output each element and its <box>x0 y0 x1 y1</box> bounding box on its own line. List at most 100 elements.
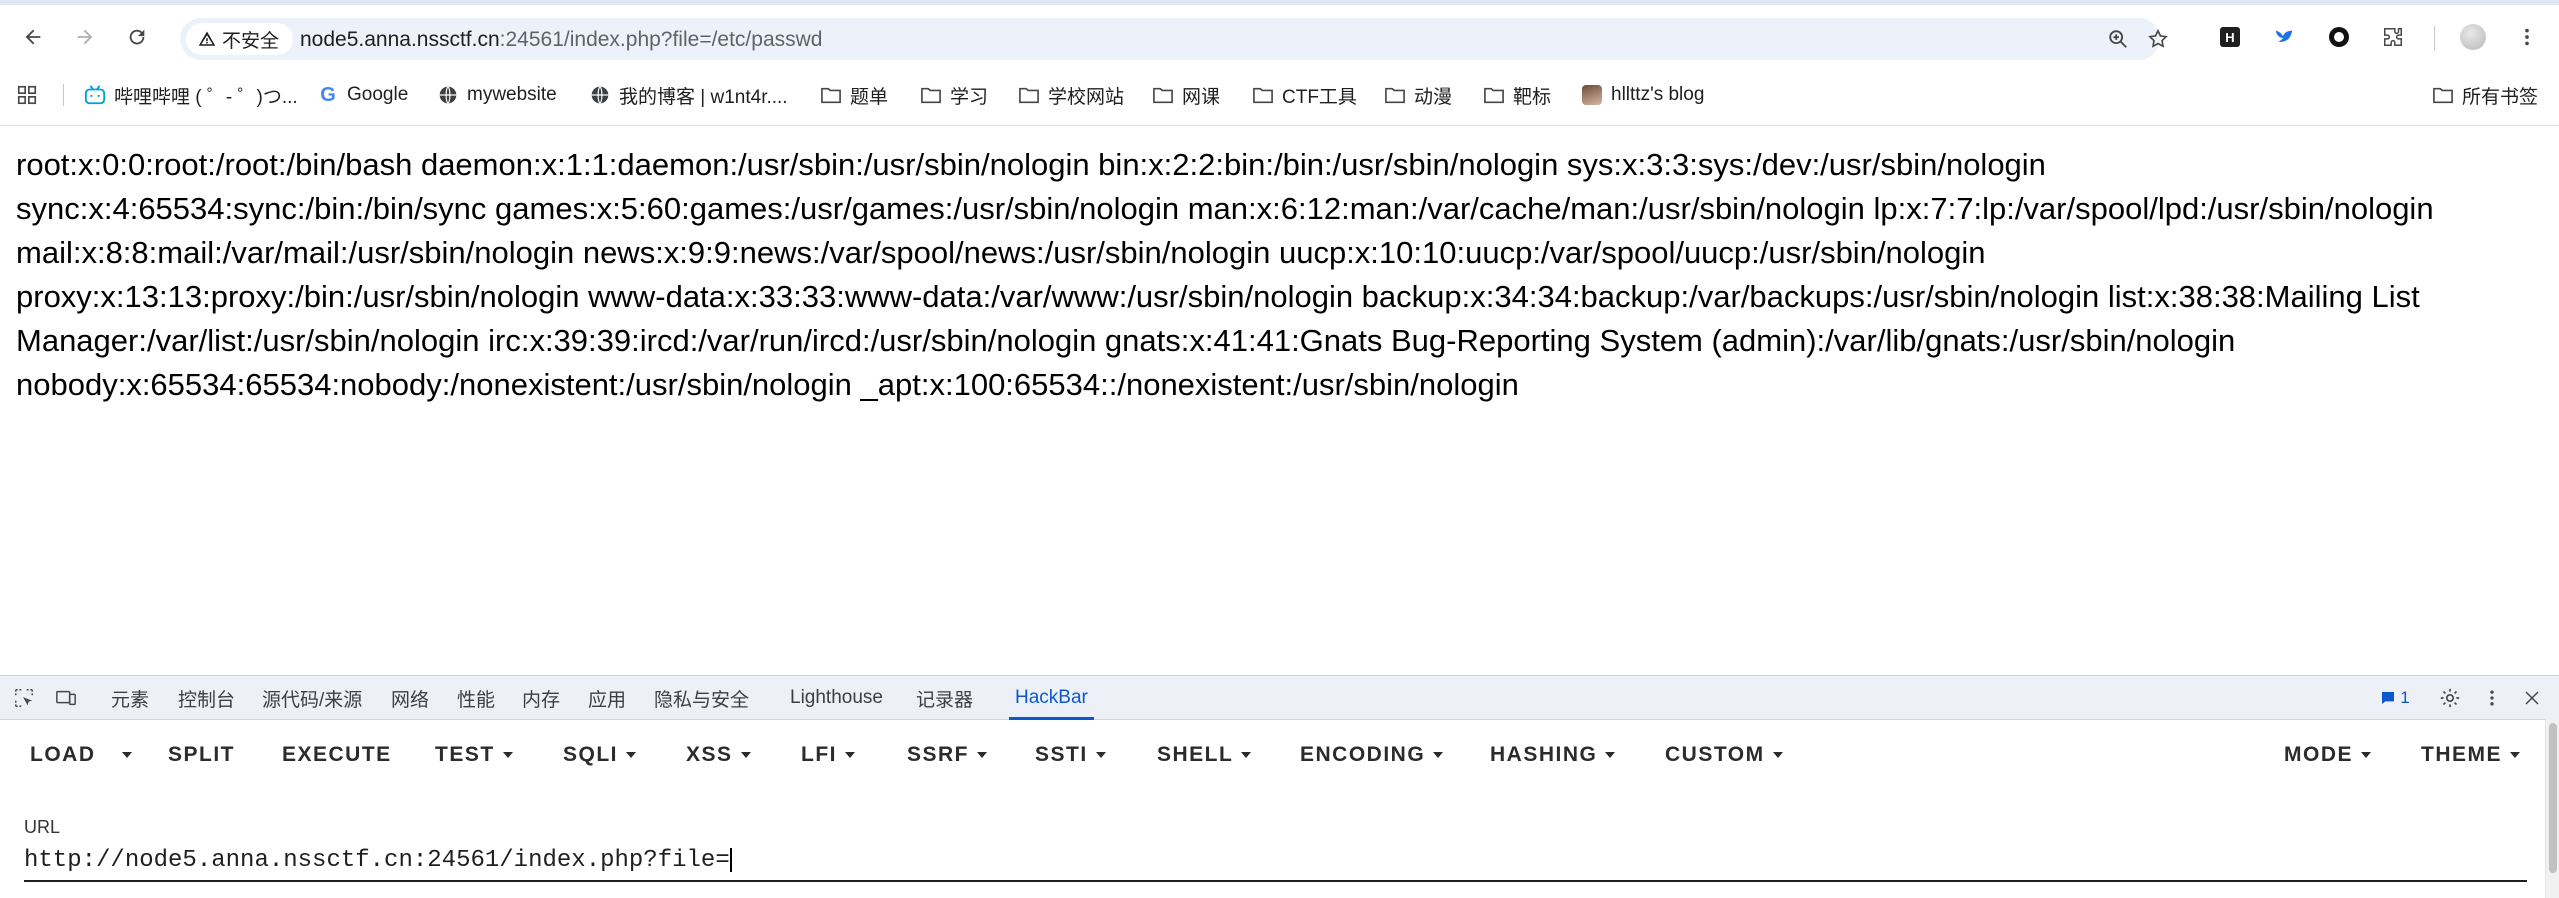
url-text[interactable]: node5.anna.nssctf.cn:24561/index.php?fil… <box>300 28 822 52</box>
tab-privacy-security[interactable]: 隐私与安全 <box>654 676 749 720</box>
url-path: :24561/index.php?file=/etc/passwd <box>499 28 823 51</box>
star-icon <box>2148 28 2168 48</box>
mode-label: MODE <box>2284 743 2353 766</box>
bilibili-icon <box>84 84 106 106</box>
security-chip[interactable]: 不安全 <box>186 23 294 55</box>
ssti-label: SSTI <box>1035 743 1088 766</box>
bookmark-label: 动漫 <box>1414 86 1453 108</box>
sqli-menu[interactable]: SQLI <box>563 738 637 772</box>
sqli-label: SQLI <box>563 743 619 766</box>
bookmark-label: 我的博客 | w1nt4r.... <box>619 86 788 108</box>
hackbar-url-value[interactable]: http://node5.anna.nssctf.cn:24561/index.… <box>24 847 732 874</box>
all-bookmarks-button[interactable]: 所有书签 <box>2432 80 2538 110</box>
load-button[interactable]: LOAD <box>30 738 96 772</box>
xss-menu[interactable]: XSS <box>686 738 751 772</box>
devtools-scrollbar[interactable] <box>2545 719 2559 898</box>
extension-circle-button[interactable] <box>2324 22 2354 52</box>
folder-icon <box>1384 84 1406 106</box>
ssti-menu[interactable]: SSTI <box>1035 738 1106 772</box>
tab-network[interactable]: 网络 <box>391 676 429 720</box>
ssrf-label: SSRF <box>907 743 970 766</box>
reload-icon <box>129 29 145 45</box>
tab-console[interactable]: 控制台 <box>178 676 235 720</box>
extension-bird-button[interactable] <box>2269 22 2299 52</box>
hashing-menu[interactable]: HASHING <box>1490 738 1616 772</box>
browser-toolbar: 不安全 node5.anna.nssctf.cn:24561/index.php… <box>0 0 2559 76</box>
bookmark-folder-targets[interactable]: 靶标 <box>1483 80 1551 110</box>
arrow-left-icon <box>25 29 41 45</box>
chevron-down-icon <box>626 752 637 758</box>
zoom-button[interactable] <box>2106 27 2130 51</box>
tab-application[interactable]: 应用 <box>588 676 626 720</box>
tab-recorder[interactable]: 记录器 <box>916 676 973 720</box>
issues-button[interactable]: 1 <box>2374 684 2416 712</box>
tab-lighthouse[interactable]: Lighthouse <box>790 676 883 720</box>
passwd-line: proxy:x:13:13:proxy:/bin:/usr/sbin/nolog… <box>16 279 2420 314</box>
test-label: TEST <box>435 743 495 766</box>
bookmark-folder-ctf-tools[interactable]: CTF工具 <box>1252 80 1357 110</box>
bookmark-folder-study[interactable]: 学习 <box>920 80 988 110</box>
custom-menu[interactable]: CUSTOM <box>1665 738 1783 772</box>
bookmark-label: 哔哩哔哩 ( ゜- ゜)つ... <box>114 86 298 108</box>
chevron-down-icon <box>845 752 855 758</box>
bookmark-folder-anime[interactable]: 动漫 <box>1384 80 1452 110</box>
hackbar-url-input[interactable]: http://node5.anna.nssctf.cn:24561/index.… <box>24 842 2527 882</box>
theme-menu[interactable]: THEME <box>2421 738 2520 772</box>
shell-menu[interactable]: SHELL <box>1157 738 1252 772</box>
folder-icon <box>1483 84 1505 106</box>
back-button[interactable] <box>18 22 48 52</box>
device-toolbar-button[interactable] <box>52 684 80 712</box>
chevron-down-icon <box>2510 752 2520 758</box>
mode-menu[interactable]: MODE <box>2284 738 2371 772</box>
passwd-line: nobody:x:65534:65534:nobody:/nonexistent… <box>16 367 1519 402</box>
devtools-close-button[interactable] <box>2518 684 2546 712</box>
tab-performance[interactable]: 性能 <box>457 676 495 720</box>
bookmark-star-button[interactable] <box>2146 27 2170 51</box>
bookmark-label: CTF工具 <box>1282 86 1357 108</box>
bookmark-label: 学校网站 <box>1048 86 1125 108</box>
encoding-menu[interactable]: ENCODING <box>1300 738 1444 772</box>
tab-hackbar[interactable]: HackBar <box>1009 676 1094 720</box>
zoom-icon <box>2109 30 2127 48</box>
bookmark-google[interactable]: G Google <box>317 80 408 110</box>
bookmark-hllttz-blog[interactable]: hllttz's blog <box>1581 80 1704 110</box>
bookmark-folder-courses[interactable]: 网课 <box>1152 80 1220 110</box>
extensions-button[interactable] <box>2378 22 2408 52</box>
bookmark-folder-school[interactable]: 学校网站 <box>1018 80 1124 110</box>
passwd-line: Manager:/var/list:/usr/sbin/nologin irc:… <box>16 323 2236 358</box>
folder-icon <box>1252 84 1274 106</box>
bookmark-folder-tidan[interactable]: 题单 <box>820 80 888 110</box>
url-host: node5.anna.nssctf.cn <box>300 28 500 51</box>
address-bar[interactable]: 不安全 node5.anna.nssctf.cn:24561/index.php… <box>180 18 2168 60</box>
devtools-menu-button[interactable] <box>2478 684 2506 712</box>
arrow-right-icon <box>77 29 93 45</box>
scrollbar-thumb[interactable] <box>2549 723 2557 873</box>
tab-sources[interactable]: 源代码/来源 <box>262 676 362 720</box>
profile-button[interactable] <box>2458 22 2488 52</box>
execute-button[interactable]: EXECUTE <box>282 738 392 772</box>
chevron-down-icon <box>740 752 751 758</box>
reload-button[interactable] <box>122 22 152 52</box>
ssrf-menu[interactable]: SSRF <box>907 738 988 772</box>
bookmark-blog[interactable]: 我的博客 | w1nt4r.... <box>589 80 788 110</box>
inspect-element-button[interactable] <box>10 684 38 712</box>
browser-menu-button[interactable] <box>2512 22 2542 52</box>
bookmark-label: 学习 <box>950 86 989 108</box>
devtools-settings-button[interactable] <box>2436 684 2464 712</box>
bookmark-bilibili[interactable]: 哔哩哔哩 ( ゜- ゜)つ... <box>84 80 298 110</box>
tab-elements[interactable]: 元素 <box>111 676 149 720</box>
tab-memory[interactable]: 内存 <box>522 676 560 720</box>
load-dropdown-button[interactable] <box>122 738 132 772</box>
bookmark-mywebsite[interactable]: mywebsite <box>437 80 557 110</box>
test-menu[interactable]: TEST <box>435 738 513 772</box>
lfi-menu[interactable]: LFI <box>801 738 855 772</box>
split-button[interactable]: SPLIT <box>168 738 235 772</box>
forward-button[interactable] <box>70 22 100 52</box>
inspect-icon <box>15 689 33 707</box>
url-field-label: URL <box>24 817 61 837</box>
extension-h-button[interactable]: H <box>2215 22 2245 52</box>
bookmark-label: 靶标 <box>1513 86 1552 108</box>
text-cursor <box>729 847 732 872</box>
apps-button[interactable] <box>16 80 38 110</box>
hackbar-toolbar: LOAD SPLIT EXECUTE TEST SQLI XSS LFI SSR… <box>0 720 2545 788</box>
